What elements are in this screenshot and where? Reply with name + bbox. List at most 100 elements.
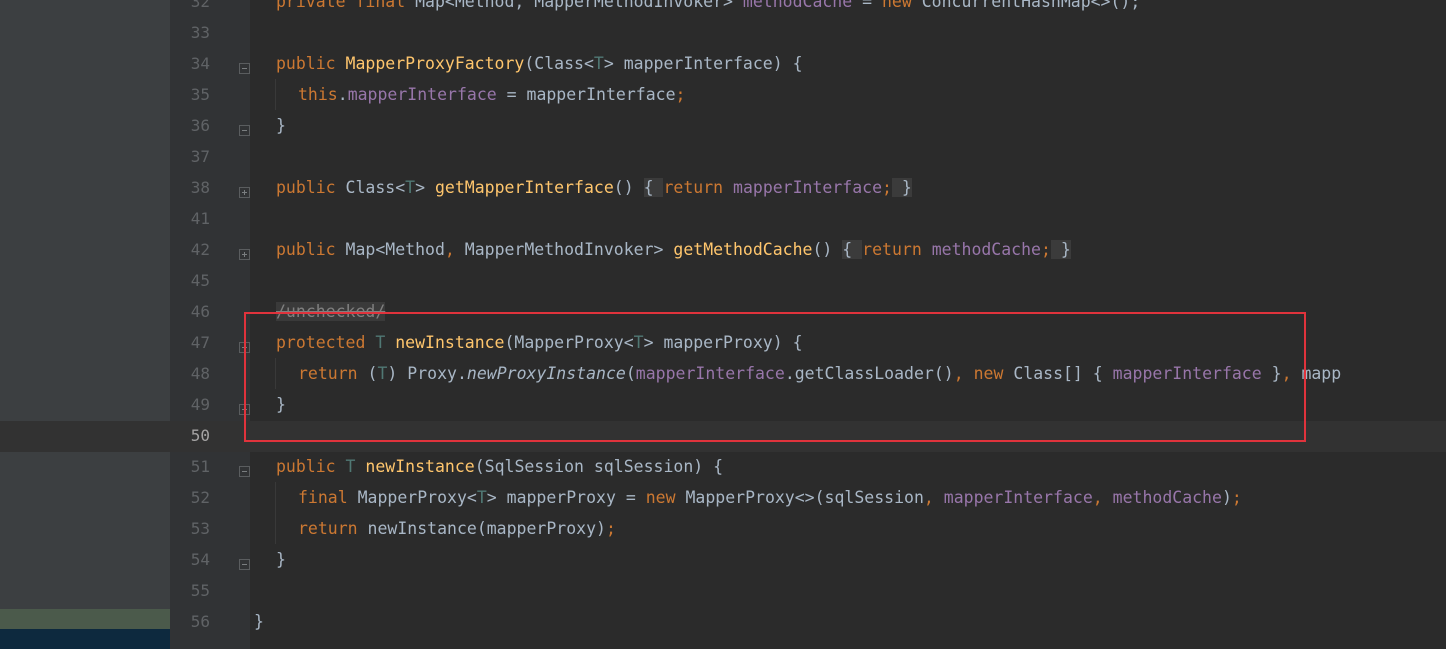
- line-number: 55: [190, 581, 210, 600]
- code-token: private final: [276, 0, 416, 11]
- code-line-32: private final Map<Method, MapperMethodIn…: [276, 0, 1140, 17]
- code-line-36: }: [276, 110, 286, 141]
- fold-collapse-icon[interactable]: [239, 63, 250, 74]
- code-token: new: [645, 488, 686, 507]
- code-token: T: [405, 178, 416, 197]
- code-token: newInstance(mapperProxy): [367, 519, 606, 538]
- code-token: .: [337, 85, 348, 104]
- project-panel: [0, 0, 170, 649]
- code-token: }: [276, 116, 286, 135]
- code-token: this: [298, 85, 338, 104]
- code-line-38: public Class<T> getMapperInterface() { r…: [276, 172, 912, 203]
- code-token: (SqlSession sqlSession) {: [474, 457, 724, 476]
- code-token: getMapperInterface: [434, 178, 614, 197]
- line-number: 42: [190, 240, 210, 259]
- line-number: 38: [190, 178, 210, 197]
- project-panel-bottom-row[interactable]: [0, 629, 170, 649]
- code-token: =: [852, 0, 882, 11]
- code-token: mapp: [1301, 364, 1342, 383]
- code-line-56: }: [254, 606, 264, 637]
- code-token: ,: [923, 488, 944, 507]
- code-token: > mapperInterface) {: [603, 54, 803, 73]
- code-token: (Class<: [524, 54, 594, 73]
- code-token: MapperMethodInvoker>: [464, 240, 674, 259]
- line-number: 49: [190, 395, 210, 414]
- code-token: getMethodCache: [673, 240, 813, 259]
- code-token: MapperProxy<>(sqlSession: [685, 488, 924, 507]
- code-token: MapperProxyFactory: [345, 54, 525, 73]
- code-token: methodCache: [931, 240, 1041, 259]
- code-token: return: [862, 240, 932, 259]
- code-token: {: [643, 178, 664, 197]
- code-token: ;: [1231, 488, 1242, 507]
- code-line-51: public T newInstance(SqlSession sqlSessi…: [276, 451, 723, 482]
- indent-guide: [275, 79, 276, 110]
- folded-code-region[interactable]: }: [891, 178, 912, 197]
- fold-end-icon[interactable]: [239, 125, 250, 136]
- highlight-annotation-box: [244, 312, 1306, 442]
- line-number: 53: [190, 519, 210, 538]
- code-token: mapperInterface: [347, 85, 497, 104]
- code-token: newInstance: [365, 457, 475, 476]
- line-number: 32: [190, 0, 210, 11]
- line-number: 46: [190, 302, 210, 321]
- code-line-54: }: [276, 544, 286, 575]
- code-token: mapperInterface: [733, 178, 883, 197]
- code-token: ,: [1092, 488, 1113, 507]
- line-number: 47: [190, 333, 210, 352]
- code-token: T: [476, 488, 487, 507]
- code-token: return: [298, 519, 368, 538]
- line-number: 45: [190, 271, 210, 290]
- code-token: methodCache: [742, 0, 853, 11]
- code-token: (): [812, 240, 843, 259]
- code-token: final: [298, 488, 358, 507]
- code-token: Class<: [345, 178, 406, 197]
- code-token: = mapperInterface: [496, 85, 676, 104]
- code-token: ,: [444, 240, 465, 259]
- code-token: mapperInterface: [943, 488, 1093, 507]
- fold-expand-icon[interactable]: [239, 249, 250, 260]
- folded-code-region[interactable]: {: [842, 240, 863, 259]
- code-token: ): [1221, 488, 1232, 507]
- code-token: Map<Method: [345, 240, 445, 259]
- line-number: 33: [190, 23, 210, 42]
- code-token: ConcurrentHashMap<>();: [921, 0, 1141, 11]
- code-token: ;: [882, 178, 892, 197]
- folded-code-region[interactable]: {: [643, 178, 664, 197]
- fold-end-icon[interactable]: [239, 559, 250, 570]
- code-token: ;: [675, 85, 686, 104]
- code-token: MapperProxy<: [357, 488, 477, 507]
- indent-guide: [275, 482, 276, 544]
- code-token: public: [276, 457, 346, 476]
- code-line-53: return newInstance(mapperProxy);: [298, 513, 616, 544]
- code-token: T: [593, 54, 604, 73]
- code-token: new: [882, 0, 922, 11]
- line-number: 36: [190, 116, 210, 135]
- line-number: 56: [190, 612, 210, 631]
- project-panel-selected-row[interactable]: [0, 609, 170, 629]
- fold-expand-icon[interactable]: [239, 187, 250, 198]
- code-token: Map<Method, MapperMethodInvoker>: [415, 0, 743, 11]
- line-number: 51: [190, 457, 210, 476]
- folded-code-region[interactable]: }: [1050, 240, 1071, 259]
- code-token: }: [276, 550, 286, 569]
- line-number: 41: [190, 209, 210, 228]
- code-token: T: [345, 457, 366, 476]
- code-token: }: [891, 178, 912, 197]
- code-token: {: [842, 240, 863, 259]
- code-token: }: [1050, 240, 1071, 259]
- code-token: >: [415, 178, 435, 197]
- code-token: > mapperProxy =: [486, 488, 646, 507]
- line-number: 48: [190, 364, 210, 383]
- code-token: public: [276, 240, 346, 259]
- fold-collapse-icon[interactable]: [239, 466, 250, 477]
- code-token: (): [613, 178, 644, 197]
- code-token: public: [276, 178, 346, 197]
- code-token: methodCache: [1112, 488, 1222, 507]
- code-token: ;: [605, 519, 616, 538]
- line-number: 54: [190, 550, 210, 569]
- code-token: ;: [1040, 240, 1051, 259]
- code-line-52: final MapperProxy<T> mapperProxy = new M…: [298, 482, 1242, 513]
- code-line-35: this.mapperInterface = mapperInterface;: [298, 79, 685, 110]
- code-line-34: public MapperProxyFactory(Class<T> mappe…: [276, 48, 803, 79]
